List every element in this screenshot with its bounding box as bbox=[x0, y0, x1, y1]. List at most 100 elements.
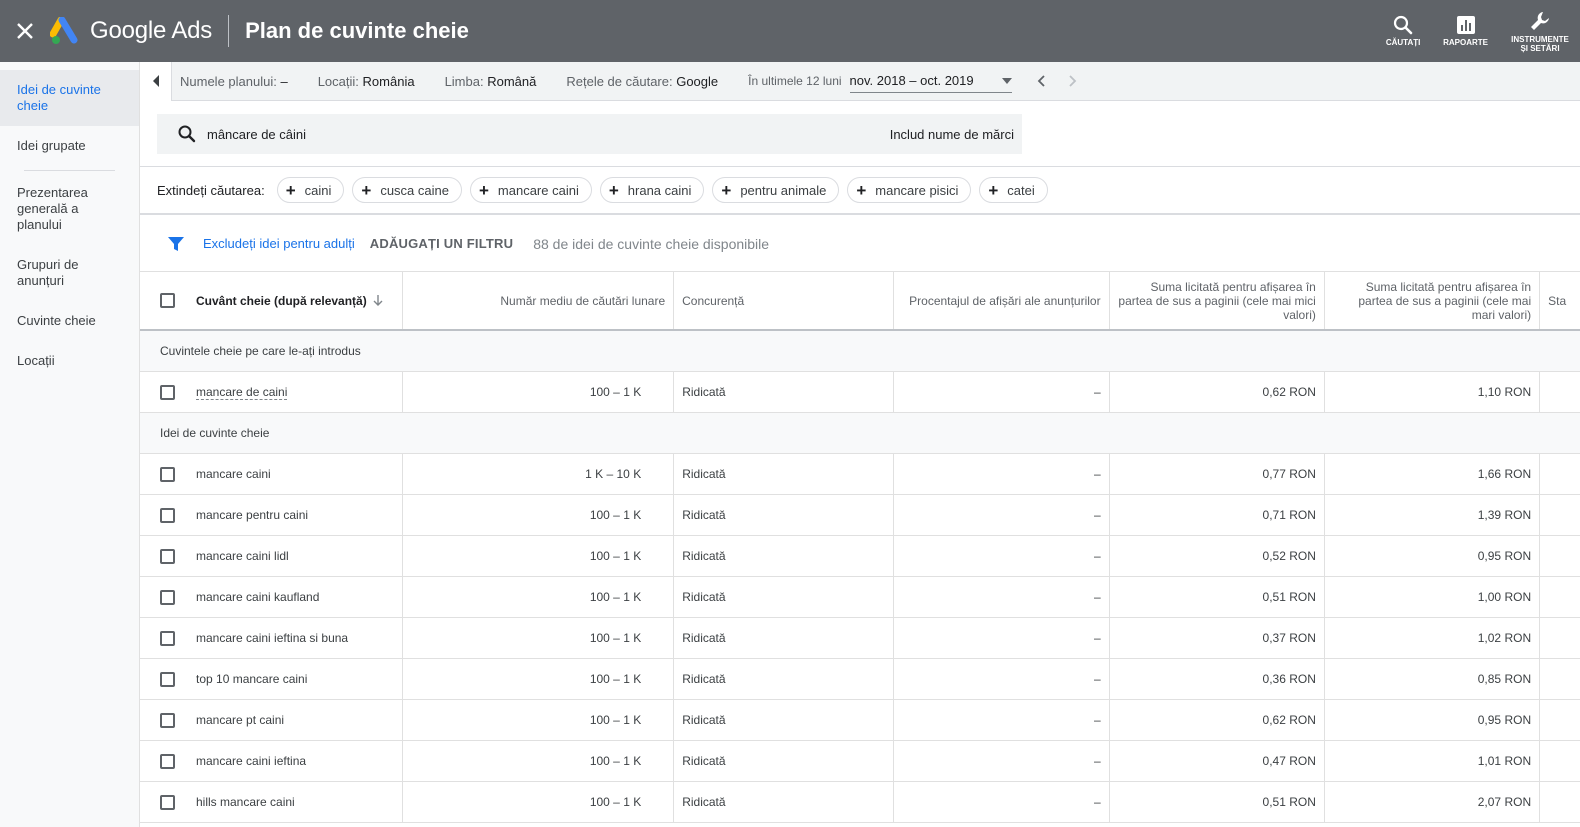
keyword-text[interactable]: hills mancare caini bbox=[196, 795, 295, 809]
avg-searches-cell: 100 – 1 K bbox=[403, 618, 675, 658]
top-bid-low-cell: 0,51 RON bbox=[1110, 577, 1325, 617]
impression-share-cell: – bbox=[894, 495, 1110, 535]
column-header-avg-searches[interactable]: Număr mediu de căutări lunare bbox=[403, 272, 675, 329]
sidebar-item-keywords[interactable]: Cuvinte cheie bbox=[0, 313, 139, 329]
top-bid-high-cell: 1,39 RON bbox=[1325, 495, 1541, 535]
language-filter[interactable]: Limba: Română bbox=[445, 74, 537, 89]
sidebar-item-ad-groups[interactable]: Grupuri de anunțuri bbox=[0, 257, 139, 289]
chip-label: mancare pisici bbox=[875, 182, 959, 198]
top-app-bar: Google Ads Plan de cuvinte cheie CĂUTAȚI… bbox=[0, 0, 1580, 62]
exclude-adult-ideas-link[interactable]: Excludeți idei pentru adulți bbox=[203, 236, 355, 251]
keyword-text[interactable]: top 10 mancare caini bbox=[196, 672, 307, 686]
top-bid-low-cell: 0,47 RON bbox=[1110, 741, 1325, 781]
reports-icon bbox=[1456, 16, 1475, 34]
date-range-select[interactable]: nov. 2018 – oct. 2019 bbox=[849, 69, 1012, 93]
plan-filter-bar: Numele planului: – Locații: România Limb… bbox=[140, 61, 1580, 101]
keyword-text[interactable]: mancare pentru caini bbox=[196, 508, 308, 522]
table-row[interactable]: top 10 mancare caini 100 – 1 K Ridicată … bbox=[140, 659, 1580, 700]
row-checkbox[interactable] bbox=[160, 753, 175, 769]
keyword-text[interactable]: mancare caini kaufland bbox=[196, 590, 319, 604]
table-row[interactable]: hills mancare caini 100 – 1 K Ridicată –… bbox=[140, 782, 1580, 823]
expand-chip[interactable]: + mancare caini bbox=[469, 177, 592, 203]
competition-cell: Ridicată bbox=[674, 618, 895, 658]
expand-chip[interactable]: + mancare pisici bbox=[847, 177, 972, 203]
table-row[interactable]: mancare caini kaufland 100 – 1 K Ridicat… bbox=[140, 577, 1580, 618]
dropdown-arrow-icon bbox=[1001, 77, 1012, 84]
select-all-checkbox[interactable] bbox=[160, 293, 175, 308]
competition-cell: Ridicată bbox=[674, 659, 895, 699]
row-checkbox[interactable] bbox=[160, 794, 175, 810]
plan-name-label: Numele planului: bbox=[180, 73, 277, 89]
keyword-search-box[interactable]: mâncare de câini Includ nume de mărci bbox=[157, 114, 1022, 154]
row-checkbox[interactable] bbox=[160, 384, 175, 400]
expand-chip[interactable]: + pentru animale bbox=[712, 177, 840, 203]
keyword-cell: mancare caini bbox=[140, 454, 404, 494]
expand-chip[interactable]: + catei bbox=[979, 177, 1048, 203]
sidebar-nav: Idei de cuvinte cheie Idei grupate Preze… bbox=[0, 62, 140, 827]
column-header-top-bid-high[interactable]: Suma licitată pentru afișarea în partea … bbox=[1325, 272, 1541, 329]
search-query[interactable]: mâncare de câini bbox=[207, 127, 890, 142]
top-bid-high-cell: 1,10 RON bbox=[1325, 372, 1541, 412]
table-row[interactable]: mancare pentru caini 100 – 1 K Ridicată … bbox=[140, 495, 1580, 536]
status-cell bbox=[1540, 782, 1580, 822]
keyword-text[interactable]: mancare caini ieftina si buna bbox=[196, 631, 348, 645]
sidebar-item-keyword-ideas[interactable]: Idei de cuvinte cheie bbox=[0, 70, 139, 126]
impression-share-cell: – bbox=[894, 372, 1110, 412]
status-cell bbox=[1540, 618, 1580, 658]
impression-share-cell: – bbox=[894, 618, 1110, 658]
network-filter[interactable]: Rețele de căutare: Google bbox=[566, 74, 718, 89]
keyword-cell: hills mancare caini bbox=[140, 782, 404, 822]
row-checkbox[interactable] bbox=[160, 548, 175, 564]
row-checkbox[interactable] bbox=[160, 507, 175, 523]
avg-searches-cell: 100 – 1 K bbox=[403, 700, 675, 740]
previous-period-button[interactable] bbox=[1028, 75, 1054, 87]
row-checkbox[interactable] bbox=[160, 589, 175, 605]
location-filter[interactable]: Locații: România bbox=[318, 74, 415, 89]
column-header-status[interactable]: Sta bbox=[1540, 272, 1580, 329]
column-header-competition[interactable]: Concurență bbox=[674, 272, 895, 329]
table-row[interactable]: mancare caini ieftina 100 – 1 K Ridicată… bbox=[140, 741, 1580, 782]
row-checkbox[interactable] bbox=[160, 630, 175, 646]
plan-name-filter[interactable]: Numele planului: – bbox=[180, 74, 288, 89]
keyword-text[interactable]: mancare de caini bbox=[196, 385, 288, 400]
keyword-header-label: Cuvânt cheie (după relevanță) bbox=[196, 293, 367, 308]
table-row[interactable]: mancare de caini 100 – 1 K Ridicată – 0,… bbox=[140, 372, 1580, 413]
column-header-top-bid-low[interactable]: Suma licitată pentru afișarea în partea … bbox=[1110, 272, 1325, 329]
row-checkbox[interactable] bbox=[160, 466, 175, 482]
google-ads-logo[interactable]: Google Ads bbox=[50, 17, 212, 45]
keyword-text[interactable]: mancare pt caini bbox=[196, 713, 284, 727]
network-label: Rețele de căutare: bbox=[566, 73, 673, 89]
sidebar-item-plan-overview[interactable]: Prezentarea generală a planului bbox=[0, 185, 139, 233]
close-button[interactable] bbox=[0, 0, 50, 62]
chip-label: cusca caine bbox=[380, 182, 449, 198]
collapse-sidebar-button[interactable] bbox=[140, 61, 172, 101]
table-row[interactable]: mancare caini 1 K – 10 K Ridicată – 0,77… bbox=[140, 454, 1580, 495]
column-header-keyword[interactable]: Cuvânt cheie (după relevanță) bbox=[140, 272, 404, 329]
add-filter-button[interactable]: ADĂUGAȚI UN FILTRU bbox=[370, 236, 513, 251]
impression-share-cell: – bbox=[894, 454, 1110, 494]
expand-chip[interactable]: + caini bbox=[276, 177, 345, 203]
expand-chip[interactable]: + cusca caine bbox=[352, 177, 462, 203]
keyword-text[interactable]: mancare caini lidl bbox=[196, 549, 289, 563]
next-period-button[interactable] bbox=[1060, 75, 1086, 87]
sidebar-item-grouped-ideas[interactable]: Idei grupate bbox=[0, 138, 139, 154]
wrench-icon bbox=[1531, 11, 1549, 30]
include-brands-toggle[interactable]: Includ nume de mărci bbox=[890, 127, 1014, 142]
arrow-left-icon bbox=[152, 75, 159, 87]
column-header-impression-share[interactable]: Procentajul de afișări ale anunțurilor bbox=[894, 272, 1110, 329]
search-icon bbox=[1394, 15, 1413, 35]
row-checkbox[interactable] bbox=[160, 712, 175, 728]
expand-chip[interactable]: + hrana caini bbox=[599, 177, 705, 203]
tools-settings-button[interactable]: INSTRUMENTE ȘI SETĂRI bbox=[1510, 10, 1570, 53]
search-action-button[interactable]: CĂUTAȚI bbox=[1385, 15, 1421, 47]
keyword-text[interactable]: mancare caini bbox=[196, 467, 271, 481]
table-row[interactable]: mancare caini ieftina si buna 100 – 1 K … bbox=[140, 618, 1580, 659]
row-checkbox[interactable] bbox=[160, 671, 175, 687]
table-row[interactable]: mancare caini lidl 100 – 1 K Ridicată – … bbox=[140, 536, 1580, 577]
filter-funnel-icon[interactable] bbox=[167, 235, 185, 253]
table-row[interactable]: mancare pt caini 100 – 1 K Ridicată – 0,… bbox=[140, 700, 1580, 741]
reports-action-button[interactable]: RAPOARTE bbox=[1443, 15, 1488, 47]
keyword-text[interactable]: mancare caini ieftina bbox=[196, 754, 306, 768]
sidebar-item-locations[interactable]: Locații bbox=[0, 353, 139, 369]
plus-icon: + bbox=[361, 180, 372, 200]
